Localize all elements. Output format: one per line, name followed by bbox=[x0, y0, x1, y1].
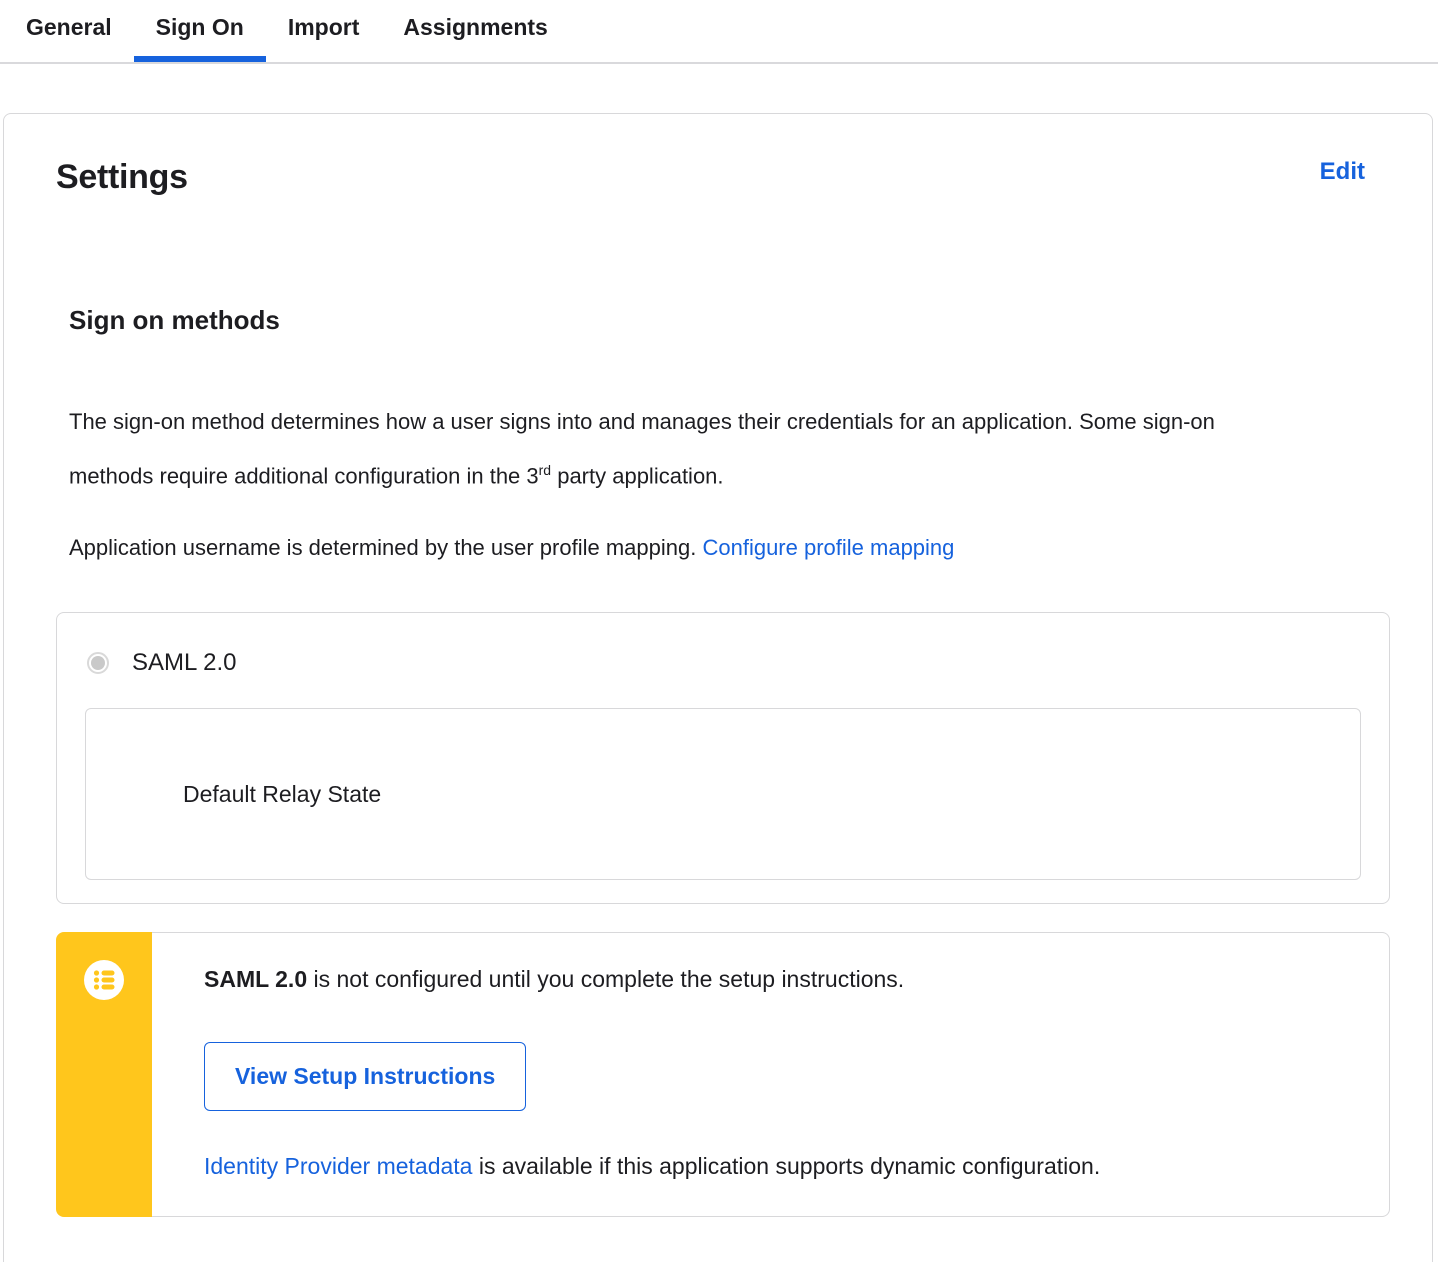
saml-radio-row: SAML 2.0 bbox=[57, 613, 1389, 677]
callout-message-rest: is not configured until you complete the… bbox=[307, 966, 905, 993]
callout-message-bold: SAML 2.0 bbox=[204, 966, 308, 993]
sign-on-methods-heading: Sign on methods bbox=[69, 305, 280, 335]
default-relay-state-box: Default Relay State bbox=[85, 708, 1361, 881]
tab-import[interactable]: Import bbox=[266, 14, 382, 62]
default-relay-state-label: Default Relay State bbox=[183, 780, 382, 807]
identity-provider-metadata-link[interactable]: Identity Provider metadata bbox=[204, 1153, 472, 1179]
setup-callout: SAML 2.0 is not configured until you com… bbox=[56, 932, 1390, 1218]
saml-option-box: SAML 2.0 Default Relay State bbox=[56, 612, 1390, 905]
settings-card-header: Settings Edit bbox=[56, 158, 1390, 197]
saml-radio-button[interactable] bbox=[87, 652, 109, 675]
description-text-part2: party application. bbox=[551, 463, 724, 489]
edit-link[interactable]: Edit bbox=[1320, 158, 1365, 186]
sign-on-method-description: The sign-on method determines how a user… bbox=[69, 397, 1299, 500]
sign-on-methods-section: Sign on methods The sign-on method deter… bbox=[69, 305, 1390, 572]
tab-assignments[interactable]: Assignments bbox=[381, 14, 569, 62]
tab-general[interactable]: General bbox=[4, 14, 134, 62]
callout-accent-bar bbox=[56, 932, 152, 1218]
settings-title: Settings bbox=[56, 158, 188, 196]
username-mapping-line: Application username is determined by th… bbox=[69, 523, 1299, 572]
list-icon bbox=[84, 960, 124, 1005]
metadata-line: Identity Provider metadata is available … bbox=[204, 1153, 1349, 1180]
tab-sign-on[interactable]: Sign On bbox=[134, 14, 266, 62]
saml-radio-label: SAML 2.0 bbox=[132, 649, 237, 677]
callout-message: SAML 2.0 is not configured until you com… bbox=[204, 964, 1349, 994]
configure-profile-mapping-link[interactable]: Configure profile mapping bbox=[702, 535, 954, 560]
description-superscript: rd bbox=[538, 462, 552, 478]
metadata-line-rest: is available if this application support… bbox=[472, 1153, 1101, 1180]
view-setup-instructions-button[interactable]: View Setup Instructions bbox=[204, 1042, 527, 1112]
callout-body: SAML 2.0 is not configured until you com… bbox=[152, 932, 1390, 1218]
settings-card: Settings Edit Sign on methods The sign-o… bbox=[3, 113, 1433, 1262]
username-mapping-text: Application username is determined by th… bbox=[69, 535, 703, 561]
app-tab-bar: General Sign On Import Assignments bbox=[0, 0, 1438, 64]
